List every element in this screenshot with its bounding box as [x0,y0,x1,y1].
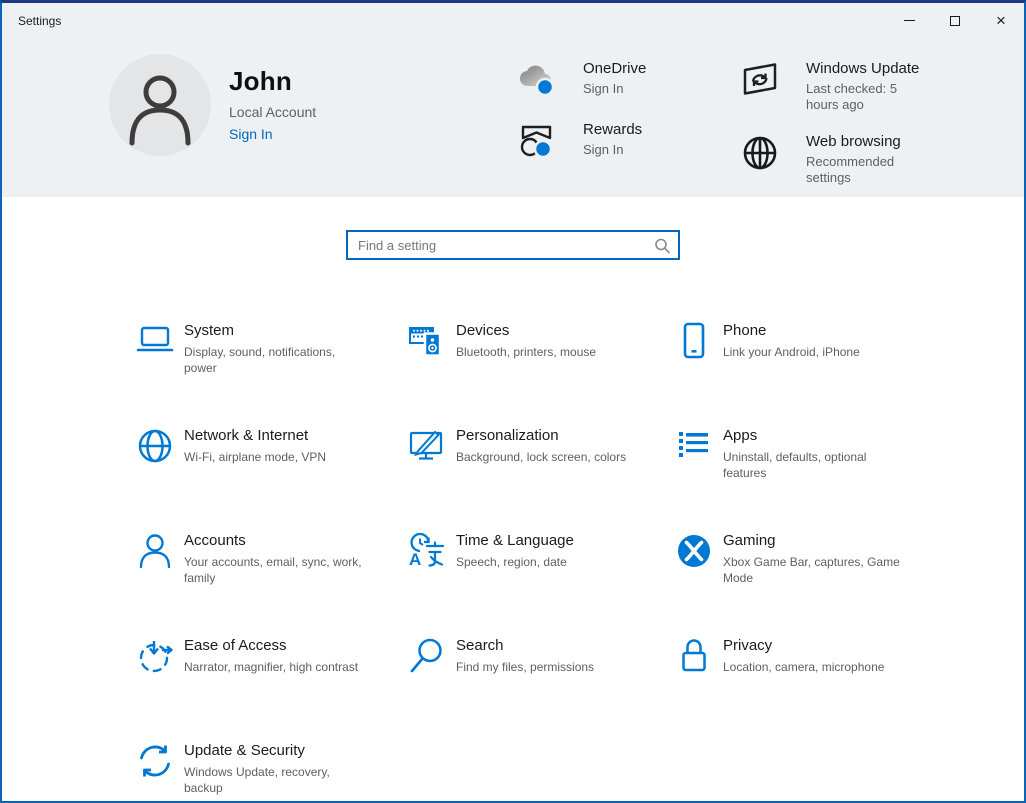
category-ease-of-access[interactable]: Ease of Access Narrator, magnifier, high… [135,636,407,741]
category-system[interactable]: System Display, sound, notifications, po… [135,321,407,426]
category-subtitle: Display, sound, notifications, power [184,345,336,376]
category-subtitle: Background, lock screen, colors [456,450,627,464]
quick-item-subtitle: Sign In [583,142,624,157]
window-controls: × [886,3,1024,38]
minimize-icon [903,20,915,21]
maximize-icon [950,15,960,26]
category-subtitle: Windows Update, recovery, backup [184,765,330,796]
category-title: Update & Security [184,742,305,759]
settings-window: Settings × John Local Account Sign In On… [0,0,1026,803]
category-gaming[interactable]: Gaming Xbox Game Bar, captures, Game Mod… [674,531,964,636]
svg-text:A: A [409,550,421,569]
quick-item-onedrive[interactable]: OneDrive Sign In [516,58,646,102]
category-subtitle: Xbox Game Bar, captures, Game Mode [723,555,900,586]
quick-item-title: Rewards [583,121,643,138]
laptop-icon [135,321,175,361]
category-update-security[interactable]: Update & Security Windows Update, recove… [135,741,407,801]
quick-item-rewards[interactable]: Rewards Sign In [516,119,646,163]
window-title: Settings [18,13,62,28]
quick-item-web-browsing[interactable]: Web browsing Recommended settings [739,131,932,187]
category-network-internet[interactable]: Network & Internet Wi-Fi, airplane mode,… [135,426,407,531]
minimize-button[interactable] [886,3,932,38]
category-subtitle: Your accounts, email, sync, work, family [184,555,362,586]
globe-network-icon [135,426,175,466]
phone-icon [674,321,714,361]
category-title: Accounts [184,532,246,549]
quick-item-subtitle: Recommended settings [806,153,895,185]
user-name: John [229,66,292,96]
person-icon [135,531,175,571]
category-personalization[interactable]: Personalization Background, lock screen,… [407,426,674,531]
category-subtitle: Speech, region, date [456,555,567,569]
close-icon: × [996,11,1006,30]
category-grid: System Display, sound, notifications, po… [2,321,1024,801]
category-title: Search [456,637,504,654]
category-subtitle: Link your Android, iPhone [723,345,860,359]
category-search[interactable]: Search Find my files, permissions [407,636,674,741]
quick-item-subtitle: Sign In [583,81,624,96]
category-phone[interactable]: Phone Link your Android, iPhone [674,321,964,426]
personalization-icon [407,426,447,466]
search-box [346,197,680,260]
quick-item-title: Web browsing [806,132,901,150]
category-title: Apps [723,427,758,444]
xbox-icon [674,531,714,571]
ease-of-access-icon [135,636,175,676]
apps-list-icon [674,426,714,466]
close-button[interactable]: × [978,3,1024,38]
category-subtitle: Location, camera, microphone [723,660,885,674]
quick-item-windows-update[interactable]: Windows Update Last checked: 5 hours ago [739,58,932,114]
category-title: Personalization [456,427,559,444]
time-language-icon: A [407,531,447,571]
search-input[interactable] [346,230,680,260]
maximize-button[interactable] [932,3,978,38]
category-subtitle: Find my files, permissions [456,660,595,674]
category-subtitle: Wi-Fi, airplane mode, VPN [184,450,327,464]
category-title: Ease of Access [184,637,287,654]
windows-update-icon [739,58,781,102]
category-subtitle: Uninstall, defaults, optional features [723,450,867,481]
category-privacy[interactable]: Privacy Location, camera, microphone [674,636,964,741]
rewards-badge-icon [516,119,558,163]
hero-header: John Local Account Sign In OneDrive Sign… [2,38,1024,197]
category-title: System [184,322,235,339]
account-type: Local Account [229,104,317,120]
category-devices[interactable]: Devices Bluetooth, printers, mouse [407,321,674,426]
category-title: Gaming [723,532,776,549]
category-accounts[interactable]: Accounts Your accounts, email, sync, wor… [135,531,407,636]
lock-icon [674,636,714,676]
quick-column-right: Windows Update Last checked: 5 hours ago… [739,58,932,203]
sign-in-link[interactable]: Sign In [229,126,273,142]
category-subtitle: Narrator, magnifier, high contrast [184,660,359,674]
category-title: Devices [456,322,510,339]
avatar[interactable] [109,54,211,156]
onedrive-cloud-icon [516,58,558,102]
quick-item-title: Windows Update [806,60,920,77]
sync-icon [135,741,175,781]
devices-icon [407,321,447,361]
quick-item-subtitle: Last checked: 5 hours ago [806,81,898,113]
user-account-block: John Local Account Sign In [109,54,316,156]
category-title: Time & Language [456,532,574,549]
category-subtitle: Bluetooth, printers, mouse [456,345,597,359]
titlebar: Settings × [2,3,1024,38]
search-icon [407,636,447,676]
person-icon [129,75,191,146]
globe-icon [739,131,781,175]
category-title: Network & Internet [184,427,309,444]
quick-column-left: OneDrive Sign In Rewards Sign In [516,58,646,180]
category-title: Phone [723,322,767,339]
settings-home: System Display, sound, notifications, po… [2,197,1024,800]
category-title: Privacy [723,637,773,654]
quick-item-title: OneDrive [583,60,647,77]
category-time-language[interactable]: A Time & Language Speech, region, date [407,531,674,636]
category-apps[interactable]: Apps Uninstall, defaults, optional featu… [674,426,964,531]
